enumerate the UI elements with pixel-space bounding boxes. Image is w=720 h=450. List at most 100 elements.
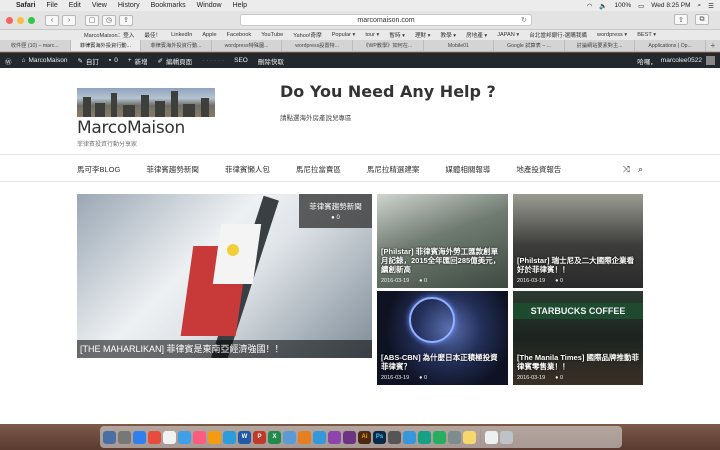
clock[interactable]: Wed 8:25 PM <box>651 2 690 9</box>
wp-purge-cache-link[interactable]: 刪除快取 <box>258 56 284 66</box>
menu-history[interactable]: History <box>118 2 140 9</box>
shuffle-icon[interactable]: ⤨ <box>623 164 630 175</box>
ftp-icon[interactable] <box>403 430 416 444</box>
bookmark-item[interactable]: 台北當邦銀行-選購我備 <box>529 31 587 39</box>
trash-icon[interactable] <box>500 430 513 444</box>
site-title[interactable]: MarcoMaison <box>77 118 185 138</box>
browser-tab[interactable]: Applications | Op... <box>635 40 706 51</box>
nav-item[interactable]: 馬可李BLOG <box>77 164 120 175</box>
wp-site-link[interactable]: ⌂ MarcoMaison <box>22 57 68 64</box>
downloads-stack-icon[interactable] <box>485 430 498 444</box>
line-icon[interactable] <box>433 430 446 444</box>
finder-icon[interactable] <box>103 430 116 444</box>
itunes-icon[interactable] <box>193 430 206 444</box>
bookmark-item[interactable]: Popular ▾ <box>332 32 356 38</box>
dropbox-icon[interactable] <box>283 430 296 444</box>
bookmark-item[interactable]: JAPAN ▾ <box>497 32 519 38</box>
browser-tab[interactable]: 收件匣 (10) – marc... <box>0 40 71 51</box>
nav-item[interactable]: 媒體相關報導 <box>445 164 490 175</box>
safari-icon[interactable] <box>133 430 146 444</box>
menu-file[interactable]: File <box>46 2 57 9</box>
wp-seo-dots[interactable]: · · · · · · <box>202 57 224 64</box>
download-icon[interactable]: ⇧ <box>674 14 688 25</box>
bookmark-item[interactable]: Yahoo!奇摩 <box>293 31 322 39</box>
wp-customize-link[interactable]: ✎ 自訂 <box>77 56 98 66</box>
forward-button[interactable]: › <box>62 14 76 26</box>
disk-utility-icon[interactable] <box>448 430 461 444</box>
word-icon[interactable]: W <box>238 430 251 444</box>
address-bar[interactable]: marcomaison.com ↻ <box>240 14 532 26</box>
help-heading[interactable]: Do You Need Any Help ? <box>280 82 496 101</box>
menu-app-name[interactable]: Safari <box>16 2 35 9</box>
notification-icon[interactable]: ☰ <box>708 2 714 10</box>
browser-tab[interactable]: wordpress設置特... <box>282 40 353 51</box>
post-card[interactable]: [Philstar] 菲律賓海外勞工匯款創單月記錄，2015全年匯回285億美元… <box>377 194 508 288</box>
wp-edit-link[interactable]: ✐ 編輯頁面 <box>158 56 192 66</box>
imovie-icon[interactable] <box>343 430 356 444</box>
browser-tab[interactable]: wordpress特殊圖... <box>212 40 283 51</box>
post-card[interactable]: [Philstar] 瑞士尼及二大國際企業看好於菲律賓！！ 2016-03-19… <box>513 194 643 288</box>
bookmark-item[interactable]: 教學 ▾ <box>441 31 457 39</box>
minimize-window-button[interactable] <box>17 16 24 24</box>
zoom-window-button[interactable] <box>28 16 35 24</box>
network-icon[interactable] <box>418 430 431 444</box>
powerpoint-icon[interactable]: P <box>253 430 266 444</box>
chrome-icon[interactable] <box>148 430 161 444</box>
bookmark-item[interactable]: 暫時 ▾ <box>389 31 405 39</box>
menu-edit[interactable]: Edit <box>69 2 81 9</box>
quicktime-icon[interactable] <box>313 430 326 444</box>
bookmark-item[interactable]: 房地產 ▾ <box>466 31 487 39</box>
browser-tab[interactable]: Google 試算表 – ... <box>494 40 565 51</box>
app-store-icon[interactable] <box>223 430 236 444</box>
close-window-button[interactable] <box>6 16 13 24</box>
browser-tab[interactable]: 討論網站要素對主... <box>565 40 636 51</box>
system-preferences-icon[interactable] <box>118 430 131 444</box>
bookmark-item[interactable]: Apple <box>202 32 216 38</box>
excel-icon[interactable]: X <box>268 430 281 444</box>
browser-tab[interactable]: 菲律賓海外投資行動... <box>141 40 212 51</box>
wordpress-icon[interactable]: Ⓦ <box>5 56 12 66</box>
featured-post-card[interactable]: 菲律賓趨勢新聞 ● 0 [THE MAHARLIKAN] 菲律賓是東南亞經濟強國… <box>77 194 372 358</box>
history-icon[interactable]: ◷ <box>102 14 116 26</box>
preview-photos-icon[interactable] <box>388 430 401 444</box>
menu-window[interactable]: Window <box>197 2 222 9</box>
nav-item[interactable]: 菲律賓趨勢新聞 <box>146 164 199 175</box>
post-card[interactable]: [ABS-CBN] 為什麼日本正積極投資菲律賓？ 2016-03-19 ● 0 <box>377 291 508 385</box>
back-button[interactable]: ‹ <box>45 14 59 26</box>
bookmark-item[interactable]: 理財 ▾ <box>415 31 431 39</box>
photo-booth-icon[interactable] <box>328 430 341 444</box>
browser-tab[interactable]: 《WP教學》如何在... <box>353 40 424 51</box>
wp-account[interactable]: 哈囉， marcolee0522 <box>637 56 715 66</box>
nav-item[interactable]: 菲律賓懶人包 <box>225 164 270 175</box>
featured-category-box[interactable]: 菲律賓趨勢新聞 ● 0 <box>299 194 372 228</box>
new-tab-button[interactable]: + <box>706 40 720 51</box>
menu-bookmarks[interactable]: Bookmarks <box>151 2 186 9</box>
wp-seo-link[interactable]: SEO <box>234 57 248 64</box>
help-subtitle[interactable]: 請點選海外房產說兒專區 <box>280 112 352 122</box>
post-card[interactable]: STARBUCKS COFFEE [The Manila Times] 國際品牌… <box>513 291 643 385</box>
illustrator-icon[interactable]: Ai <box>358 430 371 444</box>
nav-item[interactable]: 地產投資報告 <box>516 164 561 175</box>
bookmark-item[interactable]: Facebook <box>227 32 252 38</box>
search-icon[interactable]: ⌕ <box>638 164 643 175</box>
bookmark-item[interactable]: tour ▾ <box>365 32 379 38</box>
bookmark-item[interactable]: LinkedIn <box>171 32 192 38</box>
nav-item[interactable]: 馬尼拉精選建案 <box>367 164 420 175</box>
tabs-overview-icon[interactable]: ⧉ <box>695 14 709 25</box>
bookmark-item[interactable]: MarcoMaison：登入 <box>84 31 134 39</box>
bookmark-item[interactable]: 最佳！ <box>144 31 161 39</box>
battery-icon[interactable]: ▭ <box>638 2 644 10</box>
calendar-icon[interactable] <box>163 430 176 444</box>
reload-icon[interactable]: ↻ <box>521 15 527 26</box>
wifi-icon[interactable]: ◠ <box>587 2 593 10</box>
browser-tab[interactable]: Mobile01 <box>424 40 495 51</box>
bookmark-item[interactable]: BEST ▾ <box>637 32 656 38</box>
nav-item[interactable]: 馬尼拉當賣區 <box>296 164 341 175</box>
preview-icon[interactable] <box>178 430 191 444</box>
spotlight-icon[interactable]: ⌕ <box>698 2 702 10</box>
ibooks-icon[interactable] <box>208 430 221 444</box>
bookmark-item[interactable]: wordpress ▾ <box>597 32 627 38</box>
notes-icon[interactable] <box>463 430 476 444</box>
volume-icon[interactable]: 🔈 <box>599 2 607 10</box>
share-icon[interactable]: ⇪ <box>119 14 133 26</box>
